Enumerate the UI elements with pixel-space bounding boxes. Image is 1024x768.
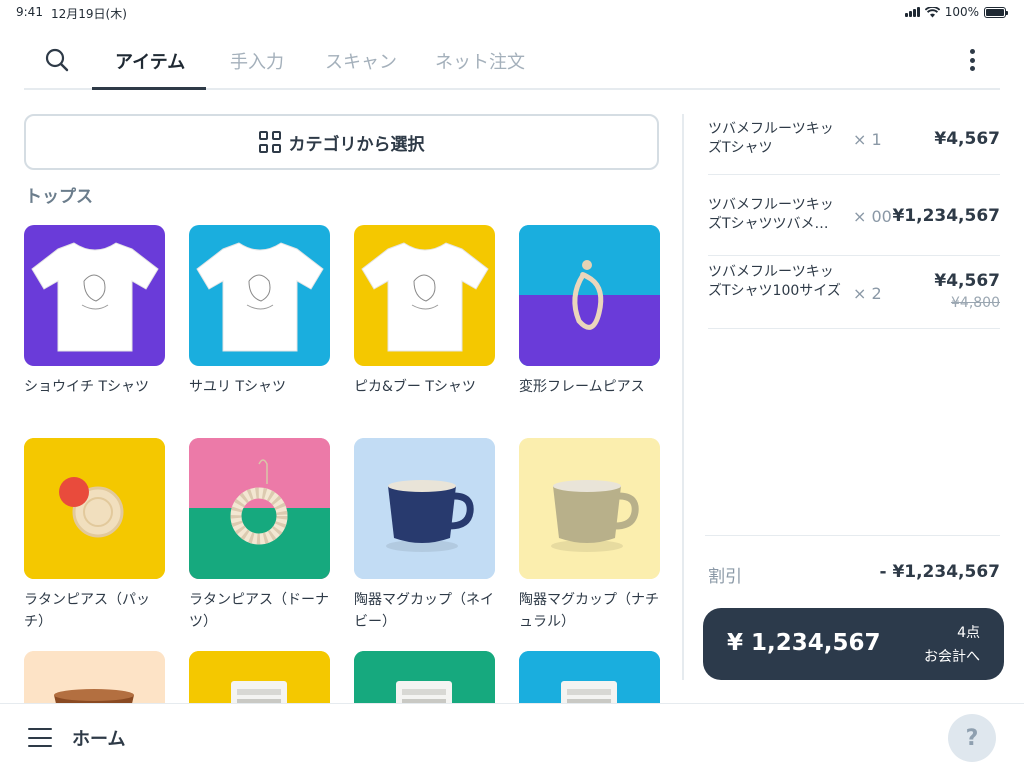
help-icon: ? (965, 725, 979, 751)
product-name: サユリ Tシャツ (189, 379, 287, 395)
product-tile[interactable]: 陶器マグカップ（ネイビー） (354, 438, 495, 633)
product-tile[interactable]: 陶器マグカップ（ナチュラル） (519, 438, 660, 633)
hamburger-icon (28, 728, 52, 730)
checkout-label: お会計へ (924, 649, 980, 665)
search-icon (45, 48, 69, 72)
product-name: ショウイチ Tシャツ (24, 379, 150, 395)
product-name: 陶器マグカップ（ナチュラル） (519, 592, 659, 630)
product-tile[interactable] (354, 651, 495, 703)
product-tile[interactable]: ラタンピアス（ドーナツ） (189, 438, 330, 633)
cart-line-name: ツバメフルーツキッズTシャツ100サイズ (708, 264, 841, 299)
product-name: ラタンピアス（ドーナツ） (189, 592, 329, 630)
cart-line-price: ¥4,567 (934, 129, 1000, 149)
discount-divider (705, 535, 1000, 536)
menu-button[interactable] (28, 728, 52, 747)
bottom-bar: ホーム ? (0, 703, 1024, 768)
mug-icon (386, 480, 474, 552)
status-time: 9:41 (16, 5, 43, 19)
product-image (354, 438, 495, 579)
rattan-earring-icon (59, 477, 124, 538)
cart-line-price: ¥4,567 (934, 271, 1000, 291)
product-tile[interactable]: ピカ&ブー Tシャツ (354, 225, 495, 398)
product-image (24, 651, 165, 703)
product-image (24, 225, 165, 366)
status-right: 100% (904, 5, 1008, 19)
donut-earring-icon (230, 459, 288, 545)
product-name: ラタンピアス（パッチ） (24, 592, 150, 630)
mug-icon (551, 480, 639, 552)
coffee-bag-icon (396, 681, 452, 703)
product-tile[interactable]: 変形フレームピアス (519, 225, 660, 398)
battery-icon (984, 6, 1008, 18)
product-tile[interactable] (519, 651, 660, 703)
cart-line-price: ¥1,234,567 (892, 206, 1000, 226)
cart-line-qty: × 00 (853, 207, 892, 226)
help-button[interactable]: ? (948, 714, 996, 762)
cart-panel: ツバメフルーツキッズTシャツ × 1 ¥4,567 ツバメフルーツキッズTシャツ… (708, 110, 1000, 329)
coffee-bag-icon (561, 681, 617, 703)
tab-bar: アイテム 手入力 スキャン ネット注文 (24, 32, 1000, 90)
cart-line-qty: × 1 (853, 130, 882, 149)
checkout-total: ¥ 1,234,567 (727, 630, 881, 656)
status-date: 12月19日(木) (51, 7, 127, 21)
cart-line-qty: × 2 (853, 284, 882, 303)
coffee-bag-icon (231, 681, 287, 703)
product-image (519, 651, 660, 703)
category-select-button[interactable]: カテゴリから選択 (24, 114, 659, 170)
cart-line[interactable]: ツバメフルーツキッズTシャツ × 1 ¥4,567 (708, 110, 1000, 175)
section-title: トップス (25, 187, 93, 207)
product-image (189, 225, 330, 366)
product-tile[interactable] (189, 651, 330, 703)
product-image (24, 438, 165, 579)
cart-line-original-price: ¥4,800 (951, 295, 1000, 311)
more-options-button[interactable] (962, 49, 982, 71)
checkout-item-count: 4点 (957, 625, 980, 641)
search-button[interactable] (44, 47, 70, 73)
product-name: 陶器マグカップ（ネイビー） (354, 592, 494, 630)
grid-icon (258, 131, 281, 153)
cart-line[interactable]: ツバメフルーツキッズTシャツツバメ… × 00 ¥1,234,567 (708, 175, 1000, 256)
tab-manual-entry[interactable]: 手入力 (230, 48, 284, 74)
product-image (354, 225, 495, 366)
category-select-label: カテゴリから選択 (288, 134, 425, 155)
product-tile[interactable] (24, 651, 165, 703)
product-tile[interactable]: ショウイチ Tシャツ (24, 225, 165, 398)
home-label: ホーム (72, 729, 126, 750)
tab-items[interactable]: アイテム (115, 48, 185, 74)
wifi-icon (924, 6, 940, 17)
tshirt-icon (361, 242, 489, 352)
cellular-signal-icon (904, 7, 920, 17)
status-bar: 9:41 12月19日(木) 100% (0, 0, 1024, 24)
more-vertical-icon (969, 49, 975, 54)
earring-icon (572, 260, 604, 330)
panel-divider (682, 114, 684, 680)
product-image (519, 225, 660, 366)
product-name: ピカ&ブー Tシャツ (354, 379, 476, 395)
tshirt-icon (196, 242, 324, 352)
tab-online-orders[interactable]: ネット注文 (435, 48, 525, 74)
product-tile[interactable]: サユリ Tシャツ (189, 225, 330, 398)
product-grid: ショウイチ Tシャツ サユリ Tシャツ ピカ&ブー Tシャツ 変形フレームピアスラタン… (24, 225, 664, 703)
product-name: 変形フレームピアス (519, 379, 645, 395)
product-image (354, 651, 495, 703)
battery-percent: 100% (944, 5, 979, 19)
tshirt-icon (31, 242, 159, 352)
discount-label: 割引 (708, 567, 742, 587)
product-image (519, 438, 660, 579)
checkout-button[interactable]: ¥ 1,234,567 4点 お会計へ (703, 608, 1004, 680)
product-tile[interactable]: ラタンピアス（パッチ） (24, 438, 165, 633)
discount-value: - ¥1,234,567 (879, 562, 1000, 582)
cart-line[interactable]: ツバメフルーツキッズTシャツ100サイズ × 2 ¥4,567 ¥4,800 (708, 256, 1000, 329)
cart-line-name: ツバメフルーツキッズTシャツ (708, 121, 834, 156)
bowl-icon (54, 689, 134, 703)
cart-line-name: ツバメフルーツキッズTシャツツバメ… (708, 197, 834, 232)
product-image (189, 651, 330, 703)
active-tab-indicator (92, 87, 206, 90)
tab-scan[interactable]: スキャン (325, 48, 397, 74)
product-image (189, 438, 330, 579)
